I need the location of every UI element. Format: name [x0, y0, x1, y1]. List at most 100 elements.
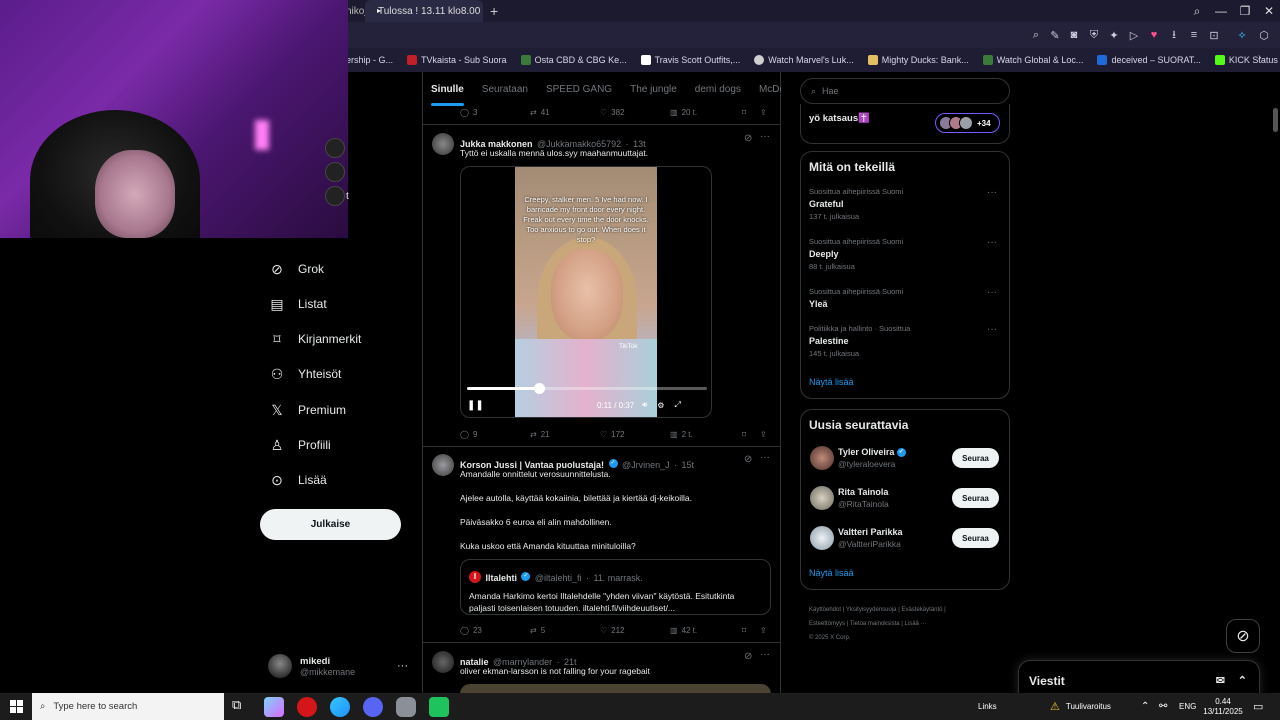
post-time[interactable]: 15t — [682, 460, 695, 470]
sidebar-item-bookmarks[interactable]: ⌑ Kirjanmerkit — [268, 325, 361, 353]
trend-item[interactable]: Suosittua aihepiirissä Suomi Yleä — [809, 287, 999, 309]
trend-item[interactable]: Politiikka ja hallinto · Suosittua Pales… — [809, 324, 999, 358]
sidebar-item-lists[interactable]: ▤ Listat — [268, 290, 326, 318]
reply-button[interactable]: ◯ 23 — [460, 626, 530, 635]
trend-item[interactable]: Suosittua aihepiirissä Suomi Deeply 88 t… — [809, 237, 999, 271]
repost-button[interactable]: ⇄ 21 — [530, 430, 600, 439]
download-icon[interactable]: ⭳ — [1166, 27, 1182, 43]
bookmark-item[interactable]: Travis Scott Outfits,... — [640, 55, 740, 65]
settings-icon[interactable]: ⚙ — [657, 401, 664, 410]
avatar[interactable] — [432, 454, 454, 476]
post-button[interactable]: Julkaise — [260, 509, 401, 540]
views-button[interactable]: ▥ 42 t. — [670, 626, 742, 635]
footer-link[interactable]: Esteettömyys — [809, 621, 845, 627]
bookmark-item[interactable]: Osta CBD & CBG Ke... — [520, 55, 627, 65]
follow-suggestion[interactable]: Valtteri Parikka @ValtteriParikka — [838, 527, 903, 549]
sidebar-item-profile[interactable]: ♙ Profiili — [268, 431, 331, 459]
close-window-button[interactable]: ✕ — [1257, 0, 1280, 22]
bookmark-button[interactable]: ⌑ — [742, 430, 760, 439]
weather-widget[interactable]: ⚠ Tuulivaroitus — [1050, 693, 1111, 720]
wallet-icon[interactable]: ⬡ — [1256, 27, 1272, 43]
avatar[interactable] — [432, 133, 454, 155]
app-icon[interactable] — [396, 697, 416, 717]
nav-icon[interactable] — [325, 162, 345, 182]
volume-icon[interactable]: 🔊︎ — [642, 400, 647, 410]
avatar[interactable] — [810, 526, 834, 550]
search-tabs-icon[interactable]: ⌕ — [1185, 0, 1209, 22]
avatar[interactable] — [810, 486, 834, 510]
footer-link[interactable]: Evästekäytäntö — [901, 607, 942, 613]
bookmark-item[interactable]: ership - G... — [346, 55, 393, 65]
search-input[interactable]: ⌕ Hae — [800, 78, 1010, 104]
task-view-icon[interactable]: ⧉ — [232, 697, 241, 713]
nav-icon[interactable] — [325, 186, 345, 206]
more-icon[interactable]: ··· — [760, 131, 770, 142]
footer-link[interactable]: Tietoa mainoksista — [850, 621, 900, 627]
follow-button[interactable]: Seuraa — [952, 528, 999, 548]
video-player[interactable]: Creepy, stalker men. 5 Ive had now. I ba… — [460, 166, 712, 418]
expand-icon[interactable]: ⌃ — [1238, 674, 1247, 687]
video-progress-bar[interactable] — [467, 383, 707, 394]
views-button[interactable]: ▥ 20 t. — [670, 108, 742, 117]
menu-icon[interactable]: ≡ — [1186, 27, 1202, 43]
more-icon[interactable]: ··· — [760, 452, 770, 463]
pause-button[interactable]: ❚❚ — [467, 400, 484, 411]
bookmark-item[interactable]: deceived – SUORAT... — [1097, 55, 1201, 65]
extension-icon[interactable]: ✦ — [1106, 27, 1122, 43]
like-button[interactable]: ♡ 382 — [600, 108, 670, 117]
lock-icon[interactable]: ⊡ — [1206, 27, 1222, 43]
follow-suggestion[interactable]: Rita Tainola @RitaTainola — [838, 487, 889, 509]
camera-icon[interactable]: ◙ — [1066, 27, 1082, 43]
new-tab-button[interactable]: + — [490, 0, 504, 22]
notification-icon[interactable]: ▭ — [1253, 693, 1263, 720]
tab-for-you[interactable]: Sinulle — [431, 78, 464, 106]
video-progress-knob[interactable] — [534, 383, 545, 394]
bookmark-item[interactable]: KICK Status Page — [1214, 55, 1280, 65]
page-scrollbar[interactable] — [1273, 108, 1278, 132]
grok-button[interactable]: ⊘ — [1226, 619, 1260, 653]
new-message-icon[interactable]: ✉ — [1216, 674, 1225, 687]
tab-list[interactable]: The jungle — [630, 78, 677, 106]
network-icon[interactable]: ⚯ — [1159, 693, 1167, 720]
follow-button[interactable]: Seuraa — [952, 488, 999, 508]
more-icon[interactable]: ··· — [987, 287, 997, 298]
browser-tab[interactable]: nikoje — [346, 0, 366, 22]
shield-icon[interactable]: ⛨ — [1086, 27, 1102, 43]
footer-link[interactable]: Lisää ··· — [905, 621, 927, 627]
bookmarks-overflow-icon[interactable]: › — [1258, 52, 1261, 63]
reply-button[interactable]: ◯ 9 — [460, 430, 530, 439]
minimize-button[interactable]: — — [1209, 0, 1233, 22]
edge-icon[interactable] — [330, 697, 350, 717]
tab-list[interactable]: SPEED GANG — [546, 78, 612, 106]
share-button[interactable]: ⇪ — [760, 430, 767, 439]
repost-button[interactable]: ⇄ 41 — [530, 108, 600, 117]
sidebar-item-communities[interactable]: ⚇ Yhteisöt — [268, 360, 342, 388]
views-button[interactable]: ▥ 2 t. — [670, 430, 742, 439]
avatar[interactable] — [810, 446, 834, 470]
account-more-icon[interactable]: ··· — [397, 660, 408, 672]
show-more-link[interactable]: Näytä lisää — [809, 568, 854, 578]
clock[interactable]: 0.44 13/11/2025 — [1200, 693, 1246, 720]
maximize-button[interactable]: ❐ — [1233, 0, 1257, 22]
links-toolbar[interactable]: Links — [978, 693, 997, 720]
more-icon[interactable]: ··· — [760, 649, 770, 660]
sidebar-item-grok[interactable]: ⊘ Grok — [268, 255, 324, 283]
footer-link[interactable]: Käyttöehdot — [809, 607, 841, 613]
tab-following[interactable]: Seurataan — [482, 78, 528, 106]
space-listeners[interactable]: +34 — [935, 113, 1000, 133]
windows-start-button[interactable] — [0, 693, 32, 720]
opera-icon[interactable] — [297, 697, 317, 717]
bookmark-item[interactable]: TVkaista - Sub Suora — [407, 55, 507, 65]
grok-icon[interactable]: ⊘ — [744, 454, 752, 465]
bookmark-button[interactable]: ⌑ — [742, 626, 760, 635]
language-indicator[interactable]: ENG — [1179, 693, 1196, 720]
more-icon[interactable]: ··· — [987, 187, 997, 198]
taskbar-search-input[interactable]: ⌕ Type here to search — [32, 693, 224, 720]
bookmark-item[interactable]: Mighty Ducks: Bank... — [867, 55, 969, 65]
more-icon[interactable]: ··· — [987, 237, 997, 248]
like-button[interactable]: ♡ 172 — [600, 430, 670, 439]
bookmark-item[interactable]: Watch Marvel's Luk... — [754, 55, 854, 65]
grok-icon[interactable]: ⊘ — [744, 133, 752, 144]
share-button[interactable]: ⇪ — [760, 108, 767, 117]
more-icon[interactable]: ··· — [987, 324, 997, 335]
